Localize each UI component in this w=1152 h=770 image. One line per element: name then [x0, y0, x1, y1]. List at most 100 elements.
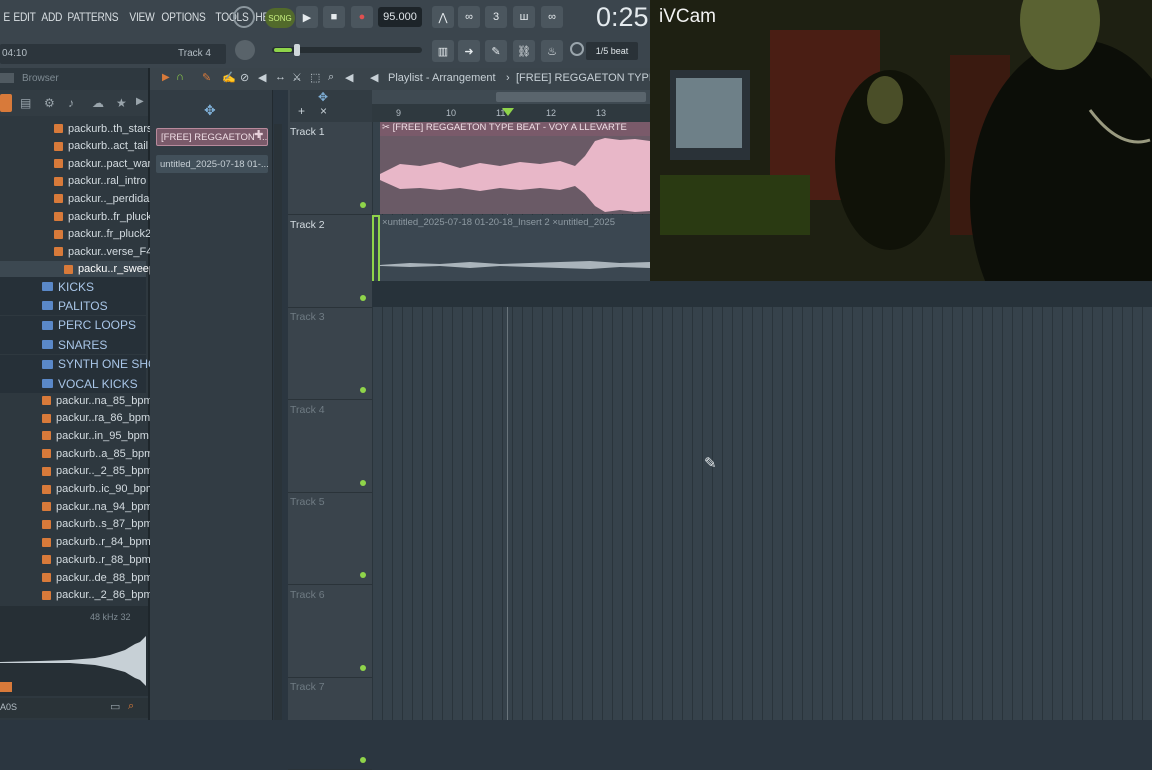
- browser-file-item[interactable]: packurb..s_87_bpm: [0, 516, 153, 533]
- slice-tool-icon[interactable]: ⚔: [292, 71, 302, 84]
- audio-clip-track1[interactable]: ✂ [FREE] REGGAETON TYPE BEAT - VOY A LLE…: [380, 122, 650, 214]
- browser-file-item[interactable]: packur..ra_86_bpm: [0, 410, 150, 427]
- picker-clip-audio[interactable]: [FREE] REGGAETON T..: [156, 128, 268, 146]
- track-mute-led-icon[interactable]: [360, 664, 366, 671]
- playlist-menu-icon[interactable]: ▶: [162, 72, 170, 83]
- tempo-display[interactable]: 95.000: [378, 7, 422, 27]
- mute-tool-icon[interactable]: ◀: [258, 71, 266, 84]
- playback-tool-icon[interactable]: ◀: [345, 71, 353, 84]
- browser-folder-item[interactable]: VOCAL KICKS: [0, 374, 146, 393]
- picker-add-icon[interactable]: ✚: [254, 128, 263, 141]
- more-icon[interactable]: ▶: [136, 96, 144, 107]
- browser-file-item[interactable]: packur.._2_86_bpm: [0, 587, 153, 604]
- browser-file-item[interactable]: packu..r_sweep: [0, 260, 155, 278]
- track-mute-led-icon[interactable]: [360, 479, 366, 486]
- track-header[interactable]: Track 1: [288, 122, 372, 215]
- metronome-button[interactable]: ⋀: [432, 6, 454, 28]
- track-header[interactable]: Track 6: [288, 585, 372, 678]
- countdown-button[interactable]: 3: [485, 6, 507, 28]
- brush-tool-icon[interactable]: ✍: [222, 71, 236, 84]
- stop-button[interactable]: ■: [323, 6, 345, 28]
- browser-file-item[interactable]: packurb..th_stars: [0, 120, 152, 137]
- record-button[interactable]: ●: [351, 6, 373, 28]
- browser-file-item[interactable]: packur..fr_pluck2: [0, 226, 151, 243]
- search-icon[interactable]: ⌕: [128, 700, 134, 713]
- track-header[interactable]: Track 7: [288, 677, 372, 770]
- add-track-icon[interactable]: +: [298, 104, 305, 118]
- track-mute-led-icon[interactable]: [360, 294, 366, 301]
- snap-selector[interactable]: 1/5 beat: [586, 42, 638, 60]
- move-icon[interactable]: ✥: [318, 90, 328, 104]
- browser-file-item[interactable]: packur..na_94_bpm: [0, 498, 153, 515]
- link-button[interactable]: ⛓: [513, 40, 535, 62]
- browser-folder-item[interactable]: SYNTH ONE SHOTS: [0, 354, 173, 374]
- picker-clip-recording[interactable]: untitled_2025-07-18 01-...: [156, 155, 268, 173]
- menu-patterns[interactable]: PATTERNS: [64, 10, 122, 24]
- browser-file-item[interactable]: packur..de_88_bpm: [0, 569, 153, 586]
- draw-tool-button[interactable]: ✎: [485, 40, 507, 62]
- browser-file-item[interactable]: packurb..fr_pluck: [0, 208, 152, 225]
- playhead-marker-icon[interactable]: [502, 108, 514, 116]
- audio-icon[interactable]: ♪: [68, 96, 74, 110]
- folder-icon[interactable]: ▭: [110, 700, 120, 713]
- plugin-icon[interactable]: ⚙: [44, 96, 55, 110]
- browser-file-item[interactable]: packurb..r_84_bpm: [0, 534, 151, 551]
- browser-folder-item[interactable]: PALITOS: [0, 296, 146, 316]
- picker-move-icon[interactable]: ✥: [204, 102, 216, 119]
- preview-play-icon[interactable]: [0, 682, 12, 692]
- track-mute-led-icon[interactable]: [360, 757, 366, 763]
- browser-back-icon[interactable]: [0, 94, 12, 112]
- browser-file-item[interactable]: packur..verse_F4: [0, 243, 152, 260]
- browser-folder-item[interactable]: PERC LOOPS: [0, 315, 146, 335]
- browser-file-item[interactable]: packurb..r_88_bpm: [0, 551, 151, 568]
- menu-edit[interactable]: EDIT: [10, 10, 39, 24]
- zoom-tool-icon[interactable]: ⌕: [328, 71, 334, 84]
- browser-file-item[interactable]: packur.._2_85_bpm: [0, 463, 153, 480]
- webcam-label: iVCam: [659, 6, 717, 27]
- browser-file-item[interactable]: packur..in_95_bpm: [0, 427, 149, 444]
- track-mute-led-icon[interactable]: [360, 572, 366, 578]
- browser-file-item[interactable]: packur..ral_intro: [0, 173, 146, 190]
- track-mute-led-icon[interactable]: [360, 387, 366, 393]
- step-edit-button[interactable]: ш: [513, 6, 535, 28]
- star-icon[interactable]: ★: [116, 96, 127, 110]
- browser-file-item[interactable]: packur..pact_war: [0, 155, 151, 172]
- track-header[interactable]: Track 3: [288, 307, 372, 400]
- scroll-thumb[interactable]: [496, 92, 646, 102]
- track-header[interactable]: Track 4: [288, 400, 372, 493]
- stamp-button[interactable]: ♨: [541, 40, 563, 62]
- delete-tool-icon[interactable]: ⊘: [240, 71, 249, 84]
- master-volume-knob[interactable]: [233, 6, 255, 28]
- horizontal-scrollbar[interactable]: [372, 90, 650, 104]
- menu-view[interactable]: VIEW: [126, 10, 158, 24]
- cloud-icon[interactable]: ☁: [92, 96, 104, 110]
- arrow-button[interactable]: ➜: [458, 40, 480, 62]
- menu-add[interactable]: ADD: [38, 10, 66, 24]
- picker-scrollbar[interactable]: [274, 124, 282, 720]
- play-button[interactable]: ▶: [296, 6, 318, 28]
- menu-options[interactable]: OPTIONS: [158, 10, 209, 24]
- pencil-tool-icon[interactable]: ✎: [202, 71, 211, 84]
- remove-track-icon[interactable]: ×: [320, 104, 327, 118]
- blend-notes-button[interactable]: ∞: [541, 6, 563, 28]
- song-mode-toggle[interactable]: SONG: [265, 8, 295, 28]
- select-tool-icon[interactable]: ⬚: [310, 71, 320, 84]
- slip-tool-icon[interactable]: ↔: [275, 71, 286, 83]
- browser-file-item[interactable]: packurb..ic_90_bpm: [0, 481, 155, 498]
- document-icon[interactable]: ▤: [20, 96, 31, 110]
- browser-file-item[interactable]: packurb..a_85_bpm: [0, 445, 153, 462]
- position-handle[interactable]: [294, 44, 300, 56]
- master-pitch-knob[interactable]: [235, 40, 255, 60]
- track-header[interactable]: Track 2: [288, 215, 372, 308]
- magnet-icon[interactable]: ∩: [176, 71, 184, 83]
- position-slider[interactable]: [272, 44, 422, 56]
- browser-file-item[interactable]: packur..na_85_bpm: [0, 392, 153, 409]
- track-mute-led-icon[interactable]: [360, 202, 366, 208]
- browser-file-item[interactable]: packur.._perdida: [0, 190, 149, 207]
- typing-keyboard-button[interactable]: ▥: [432, 40, 454, 62]
- wait-input-button[interactable]: ∞: [458, 6, 480, 28]
- browser-folder-item[interactable]: KICKS: [0, 277, 146, 296]
- browser-folder-item[interactable]: SNARES: [0, 335, 146, 355]
- track-header[interactable]: Track 5: [288, 492, 372, 585]
- browser-file-item[interactable]: packurb..act_tail: [0, 138, 148, 155]
